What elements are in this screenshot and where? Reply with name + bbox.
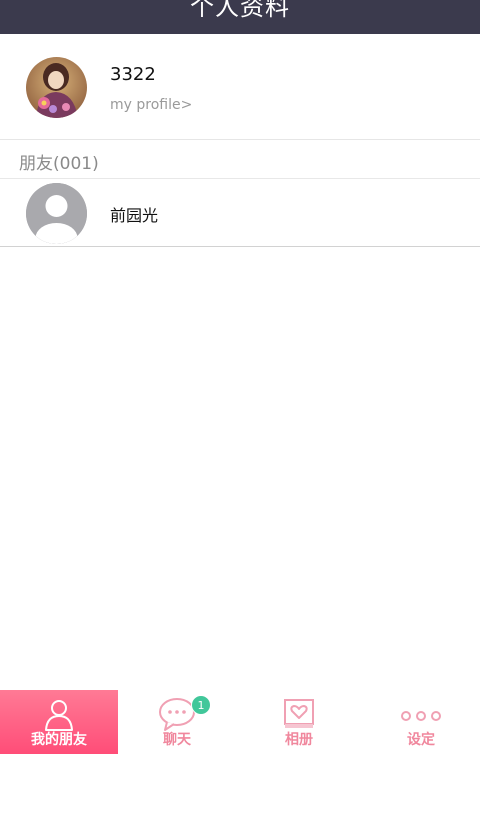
tab-album[interactable]: 相册 xyxy=(240,690,358,754)
tab-chat[interactable]: 聊天 xyxy=(118,690,236,754)
more-dots-icon xyxy=(401,711,441,721)
bottom-tab-bar: 我的朋友 聊天 相册 设定 xyxy=(0,690,480,754)
person-icon xyxy=(45,700,73,731)
tab-label: 设定 xyxy=(407,732,435,748)
top-bar: 个人资料 xyxy=(0,0,480,34)
friend-avatar xyxy=(26,183,87,244)
profile-row[interactable]: 3322 my profile> xyxy=(0,34,480,140)
my-profile-link[interactable]: my profile> xyxy=(110,97,192,113)
default-user-icon xyxy=(26,183,87,244)
tab-label: 我的朋友 xyxy=(31,732,87,748)
tab-settings[interactable]: 设定 xyxy=(362,690,480,754)
profile-photo xyxy=(26,57,87,118)
friends-count-label: 朋友(001) xyxy=(19,154,99,174)
friend-list-item[interactable]: 前园光 xyxy=(0,180,480,247)
friends-section-header: 朋友(001) xyxy=(0,141,480,179)
tab-my-friends[interactable]: 我的朋友 xyxy=(0,690,118,754)
page-title: 个人资料 xyxy=(190,0,290,21)
avatar[interactable] xyxy=(26,57,87,118)
friend-name: 前园光 xyxy=(110,206,159,225)
chat-unread-badge: 1 xyxy=(191,695,211,715)
tab-label: 聊天 xyxy=(163,732,191,748)
tab-label: 相册 xyxy=(285,732,313,748)
photo-heart-icon xyxy=(284,699,314,728)
profile-username: 3322 xyxy=(110,64,156,85)
